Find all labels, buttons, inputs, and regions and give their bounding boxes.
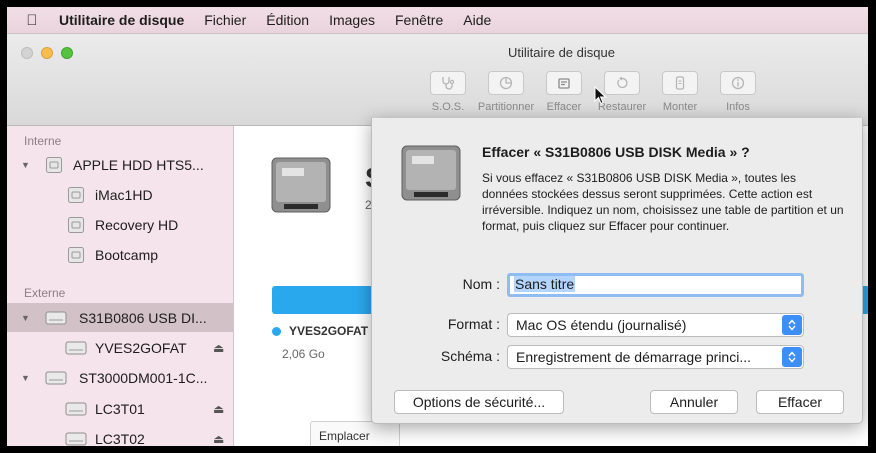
scheme-label: Schéma : <box>440 348 500 364</box>
toolbar-sos-label: S.O.S. <box>431 101 465 113</box>
sidebar-item-label: LC3T01 <box>95 400 145 417</box>
mouse-pointer-icon <box>594 86 607 105</box>
sidebar-section-internal: Interne <box>24 134 62 148</box>
sidebar-item-st3000dm001[interactable]: ▼ ST3000DM001-1C... <box>7 363 233 392</box>
volume-icon <box>67 246 85 264</box>
pie-chart-icon[interactable] <box>488 71 524 95</box>
sidebar-item-label: LC3T02 <box>95 430 145 447</box>
sidebar-item-label: YVES2GOFAT <box>95 339 187 356</box>
menu-fenetre[interactable]: Fenêtre <box>385 12 453 28</box>
menu-aide[interactable]: Aide <box>453 12 501 28</box>
erase-icon[interactable] <box>546 71 582 95</box>
external-volume-icon <box>65 340 87 356</box>
toolbar-info[interactable]: Infos <box>709 71 767 113</box>
sidebar-item-label: iMac1HD <box>95 186 153 203</box>
restore-icon[interactable] <box>604 71 640 95</box>
name-label: Nom : <box>462 276 500 292</box>
disclosure-triangle-icon[interactable]: ▼ <box>21 313 30 323</box>
menu-edition[interactable]: Édition <box>256 12 319 28</box>
apple-icon[interactable]:  <box>7 12 49 29</box>
info-tab[interactable]: Emplacer <box>310 421 400 446</box>
sidebar-item-lc3t02[interactable]: LC3T02 ⏏ <box>7 424 233 446</box>
sidebar: Interne ▼ APPLE HDD HTS5... iMac1HD Reco… <box>7 126 234 446</box>
toolbar: S.O.S. Partitionner Effacer Restaurer Mo… <box>419 71 767 113</box>
eject-icon[interactable]: ⏏ <box>213 402 224 416</box>
cancel-button[interactable]: Annuler <box>650 390 738 414</box>
toolbar-partition-label: Partitionner <box>477 101 535 113</box>
eject-icon[interactable]: ⏏ <box>213 432 224 446</box>
volume-icon <box>67 216 85 234</box>
menu-images[interactable]: Images <box>319 12 385 28</box>
toolbar-erase[interactable]: Effacer <box>535 71 593 113</box>
volume-icon <box>67 186 85 204</box>
name-field-value: Sans titre <box>514 276 576 292</box>
stethoscope-icon[interactable] <box>430 71 466 95</box>
toolbar-erase-label: Effacer <box>546 101 582 113</box>
toolbar-partition[interactable]: Partitionner <box>477 71 535 113</box>
volume-size: 2,06 Go <box>282 347 325 361</box>
dialog-title: Effacer « S31B0806 USB DISK Media » ? <box>482 144 750 160</box>
updown-arrows-icon <box>782 315 802 335</box>
sidebar-section-external: Externe <box>24 286 66 300</box>
external-disk-icon <box>45 310 67 326</box>
format-label: Format : <box>447 316 500 332</box>
menu-fichier[interactable]: Fichier <box>194 12 256 28</box>
sidebar-item-label: APPLE HDD HTS5... <box>73 156 204 173</box>
hard-disk-icon <box>270 156 332 217</box>
sidebar-item-label: Bootcamp <box>95 246 159 263</box>
sidebar-item-lc3t01[interactable]: LC3T01 ⏏ <box>7 394 233 423</box>
scheme-select-value: Enregistrement de démarrage princi... <box>516 349 751 365</box>
window-title: Utilitaire de disque <box>508 45 615 60</box>
erase-dialog: Effacer « S31B0806 USB DISK Media » ? Si… <box>371 118 863 424</box>
external-volume-icon <box>65 401 87 417</box>
scheme-select[interactable]: Enregistrement de démarrage princi... <box>507 345 804 369</box>
sidebar-item-bootcamp[interactable]: Bootcamp <box>7 240 233 269</box>
sidebar-item-label: Recovery HD <box>95 216 179 233</box>
toolbar-mount-label: Monter <box>662 101 698 113</box>
toolbar-sos[interactable]: S.O.S. <box>419 71 477 113</box>
disclosure-triangle-icon[interactable]: ▼ <box>21 373 30 383</box>
info-icon[interactable] <box>720 71 756 95</box>
toolbar-info-label: Infos <box>726 101 750 113</box>
volume-color-dot <box>272 327 281 336</box>
format-select[interactable]: Mac OS étendu (journalisé) <box>507 313 804 337</box>
mount-icon[interactable] <box>662 71 698 95</box>
toolbar-mount[interactable]: Monter <box>651 71 709 113</box>
sidebar-item-yves2gofat[interactable]: YVES2GOFAT ⏏ <box>7 333 233 362</box>
sidebar-item-label: S31B0806 USB DI... <box>79 309 207 326</box>
security-options-button[interactable]: Options de sécurité... <box>394 390 564 414</box>
sidebar-item-label: ST3000DM001-1C... <box>79 369 208 386</box>
menu-bar:  Utilitaire de disque Fichier Édition I… <box>7 7 868 34</box>
eject-icon[interactable]: ⏏ <box>213 341 224 355</box>
updown-arrows-icon <box>782 347 802 367</box>
name-field[interactable]: Sans titre <box>507 273 804 297</box>
external-volume-icon <box>65 431 87 447</box>
disclosure-triangle-icon[interactable]: ▼ <box>21 160 30 170</box>
sidebar-item-apple-hdd[interactable]: ▼ APPLE HDD HTS5... <box>7 150 233 179</box>
dialog-message: Si vous effacez « S31B0806 USB DISK Medi… <box>482 171 844 233</box>
erase-button[interactable]: Effacer <box>756 390 844 414</box>
screen:  Utilitaire de disque Fichier Édition I… <box>7 7 868 446</box>
sidebar-item-s31b0806[interactable]: ▼ S31B0806 USB DI... <box>7 303 233 332</box>
internal-disk-icon <box>45 156 63 174</box>
sidebar-item-recovery-hd[interactable]: Recovery HD <box>7 210 233 239</box>
format-select-value: Mac OS étendu (journalisé) <box>516 317 687 333</box>
sidebar-item-imac1hd[interactable]: iMac1HD <box>7 180 233 209</box>
volume-name: YVES2GOFAT <box>289 324 369 338</box>
hard-disk-icon <box>400 144 462 205</box>
menu-app-name[interactable]: Utilitaire de disque <box>49 12 194 28</box>
window-titlebar: Utilitaire de disque S.O.S. Partitionner… <box>7 34 868 126</box>
external-disk-icon <box>45 370 67 386</box>
